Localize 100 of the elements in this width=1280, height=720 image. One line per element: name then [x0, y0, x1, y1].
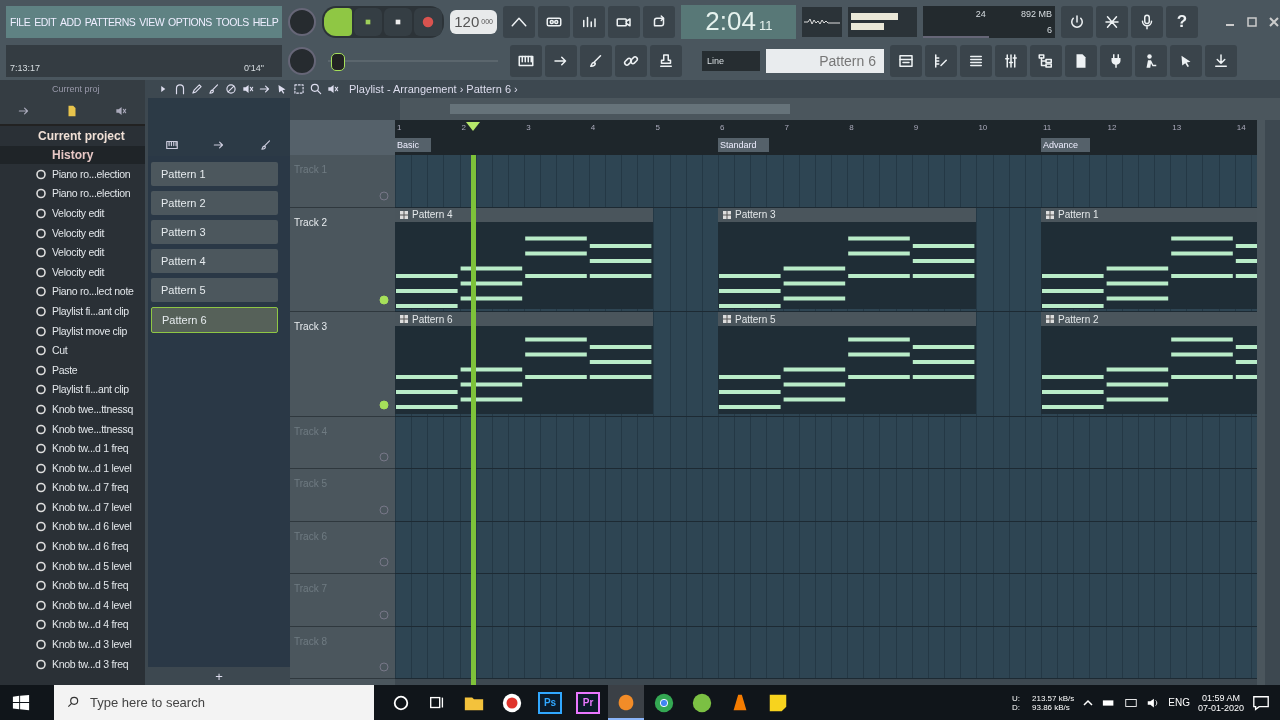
toolbar-button[interactable]	[960, 44, 992, 77]
pattern-selector[interactable]: Pattern 6	[766, 48, 884, 73]
piano-icon[interactable]	[164, 138, 179, 152]
history-item[interactable]: Knob tw...d 3 level	[52, 638, 132, 651]
track-dot-icon[interactable]	[379, 190, 389, 201]
pattern-item[interactable]: Pattern 5	[151, 278, 278, 302]
notification-icon[interactable]	[1252, 693, 1270, 712]
toolbar-button[interactable]	[580, 44, 612, 77]
pencil-icon[interactable]	[190, 82, 204, 96]
history-item[interactable]: Playlist fi...ant clip	[52, 304, 129, 317]
magnet-icon[interactable]	[173, 82, 187, 96]
history-item[interactable]: Paste	[52, 363, 78, 376]
pattern-item[interactable]: Pattern 4	[151, 249, 278, 273]
toolbar-button[interactable]	[545, 44, 577, 77]
history-item[interactable]: Velocity edit	[52, 265, 105, 278]
history-item[interactable]: Playlist fi...ant clip	[52, 383, 129, 396]
add-button[interactable]: +	[148, 667, 290, 685]
history-item[interactable]: Knob tw...d 7 freq	[52, 481, 129, 494]
history-item[interactable]: Knob tw...d 6 level	[52, 520, 132, 533]
pattern-clip[interactable]: Pattern 2	[1041, 312, 1257, 414]
tree-root[interactable]: Current project	[0, 126, 145, 146]
history-item[interactable]: Knob tw...d 6 freq	[52, 540, 129, 553]
history-item[interactable]: Velocity edit	[52, 226, 105, 239]
menu-item[interactable]: TOOLS	[215, 15, 249, 28]
pitch-knob[interactable]	[288, 46, 316, 75]
circle-icon[interactable]	[392, 693, 410, 712]
scroll-handle[interactable]	[450, 104, 790, 114]
toolbar-button[interactable]	[1061, 5, 1093, 38]
history-item[interactable]: Knob tw...d 1 level	[52, 461, 132, 474]
toolbar-button[interactable]	[1170, 44, 1202, 77]
zoom-icon[interactable]	[309, 82, 323, 96]
song-mode-toggle[interactable]	[324, 7, 352, 36]
record-button[interactable]	[414, 7, 442, 36]
taskbar-app[interactable]: Pr	[570, 685, 606, 720]
menu-item[interactable]: HELP	[252, 15, 279, 28]
history-item[interactable]: Knob twe...ttnessq	[52, 402, 133, 415]
toolbar-button[interactable]	[1030, 44, 1062, 77]
history-item[interactable]: Knob tw...d 1 freq	[52, 442, 129, 455]
history-item[interactable]: Knob tw...d 5 level	[52, 559, 132, 572]
timeline-ruler[interactable]: 1 2 3 4 5 6 7 8 9 10 11 12 13 14 Basic Standard Advance	[395, 120, 1257, 155]
toolbar-button[interactable]	[890, 44, 922, 77]
speaker-icon[interactable]	[241, 82, 255, 96]
history-item[interactable]: Knob tw...d 4 level	[52, 598, 132, 611]
toolbar-button[interactable]	[643, 5, 676, 38]
volume-knob[interactable]	[288, 7, 316, 36]
history-item[interactable]: Cut	[52, 344, 68, 357]
history-item[interactable]: Knob twe...ttnessq	[52, 422, 133, 435]
marker-tag[interactable]: Basic	[395, 138, 431, 152]
pattern-clip[interactable]: Pattern 1	[1041, 207, 1257, 309]
pattern-item[interactable]: Pattern 2	[151, 191, 278, 215]
playhead-marker[interactable]	[465, 122, 480, 131]
marker-tag[interactable]: Standard	[718, 138, 769, 152]
toolbar-button[interactable]	[1065, 44, 1097, 77]
tree-folder[interactable]: History	[0, 146, 145, 164]
close-icon[interactable]	[1268, 15, 1280, 28]
brush-icon[interactable]	[207, 82, 221, 96]
history-item[interactable]: Knob tw...d 5 freq	[52, 579, 129, 592]
arrow-icon[interactable]	[212, 138, 226, 152]
pattern-clip[interactable]: Pattern 6	[395, 312, 654, 414]
select-icon[interactable]	[292, 82, 306, 96]
history-item[interactable]: Knob tw...d 4 freq	[52, 618, 129, 631]
toolbar-button[interactable]	[503, 5, 536, 38]
search-field[interactable]: Type here to search	[54, 685, 374, 720]
toolbar-button[interactable]	[925, 44, 957, 77]
toolbar-button[interactable]	[1205, 44, 1237, 77]
toolbar-button[interactable]	[1135, 44, 1167, 77]
vertical-scrollbar[interactable]	[1257, 120, 1265, 685]
snap-dropdown[interactable]: Line	[702, 50, 760, 71]
history-item[interactable]: Knob tw...d 3 freq	[52, 657, 129, 670]
track-dot-icon[interactable]	[379, 504, 389, 515]
pattern-item[interactable]: Pattern 3	[151, 220, 278, 244]
maximize-icon[interactable]	[1246, 15, 1258, 28]
menu-item[interactable]: OPTIONS	[168, 15, 212, 28]
toolbar-button[interactable]	[995, 44, 1027, 77]
help-button[interactable]: ?	[1166, 5, 1198, 38]
history-item[interactable]: Piano ro...election	[52, 167, 131, 180]
menu-item[interactable]: FILE	[10, 15, 31, 28]
windows-icon[interactable]	[12, 693, 30, 712]
language-indicator[interactable]: ENG	[1168, 697, 1190, 708]
pattern-clip[interactable]: Pattern 5	[718, 312, 977, 414]
track-dot-icon[interactable]	[379, 452, 389, 462]
track-dot-icon[interactable]	[379, 662, 389, 672]
stop-button[interactable]	[384, 7, 412, 36]
toolbar-button[interactable]	[615, 44, 647, 77]
slider-thumb[interactable]	[330, 52, 345, 71]
toolbar-button[interactable]	[1100, 44, 1132, 77]
toolbar-button[interactable]	[608, 5, 641, 38]
history-item[interactable]: Piano ro...election	[52, 187, 131, 200]
menu-item[interactable]: PATTERNS	[84, 15, 136, 28]
speaker-icon[interactable]	[113, 104, 128, 118]
toolbar-button[interactable]	[510, 44, 542, 77]
menu-item[interactable]: VIEW	[139, 15, 165, 28]
arrow-icon[interactable]	[258, 82, 272, 96]
history-item[interactable]: Velocity edit	[52, 246, 105, 259]
pattern-item[interactable]: Pattern 1	[151, 162, 278, 186]
pattern-item[interactable]: Pattern 6	[151, 307, 278, 333]
taskbar-app[interactable]: Ps	[532, 685, 568, 720]
pattern-clip[interactable]: Pattern 3	[718, 207, 977, 309]
toolbar-button[interactable]	[1131, 5, 1163, 38]
history-item[interactable]: Playlist move clip	[52, 324, 128, 337]
